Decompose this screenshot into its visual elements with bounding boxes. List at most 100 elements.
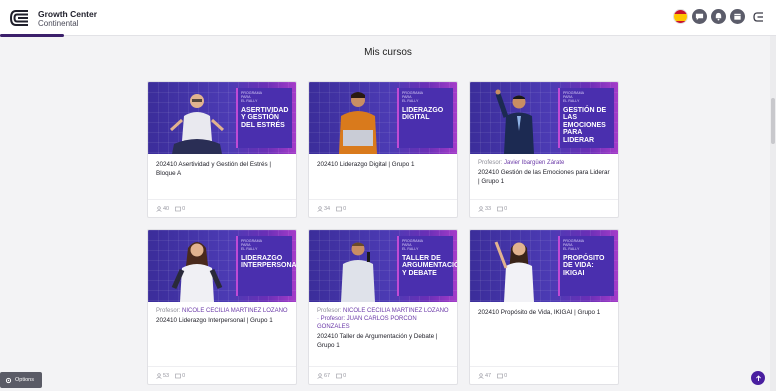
course-banner-panel: PROGRAMA PARA EL RALLY GESTIÓN DE LAS EM…: [558, 88, 614, 148]
tasks-icon: [336, 206, 342, 211]
students-icon: [478, 205, 484, 212]
course-card[interactable]: PROGRAMA PARA EL RALLY GESTIÓN DE LAS EM…: [469, 81, 619, 218]
header-actions: [673, 9, 766, 24]
course-card[interactable]: PROGRAMA PARA EL RALLY LIDERAZGO DIGITAL…: [308, 81, 458, 218]
tasks-icon: [497, 206, 503, 211]
instructor-photo: [169, 94, 225, 154]
course-banner-panel: PROGRAMA PARA EL RALLY ASERTIVIDAD Y GES…: [236, 88, 292, 148]
course-title[interactable]: 202410 Liderazgo Digital | Grupo 1: [317, 160, 449, 169]
calendar-icon[interactable]: [730, 9, 745, 24]
professor-label: Profesor:: [156, 308, 181, 314]
course-stats: 53 0: [148, 366, 296, 384]
banner-kicker: PROGRAMA PARA EL RALLY: [241, 91, 262, 104]
banner-title: LIDERAZGO INTERPERSONAL: [241, 254, 296, 270]
course-card[interactable]: PROGRAMA PARA EL RALLY LIDERAZGO INTERPE…: [147, 229, 297, 385]
course-professor: Profesor: NICOLE CECILIA MARTINEZ LOZANO…: [317, 307, 449, 331]
arrow-up-icon: [755, 374, 761, 381]
top-navbar: Growth Center Continental: [0, 0, 776, 37]
course-stats: 34 0: [309, 199, 457, 217]
course-banner: PROGRAMA PARA EL RALLY PROPÓSITO DE VIDA…: [470, 230, 618, 302]
options-label: Options: [15, 377, 34, 383]
course-banner: PROGRAMA PARA EL RALLY GESTIÓN DE LAS EM…: [470, 82, 618, 154]
banner-kicker: PROGRAMA PARA EL RALLY: [241, 239, 262, 252]
scroll-to-top-button[interactable]: [751, 371, 765, 385]
students-icon: [317, 372, 323, 379]
students-count: 34: [324, 205, 331, 212]
course-banner-panel: PROGRAMA PARA EL RALLY PROPÓSITO DE VIDA…: [558, 236, 614, 296]
course-title[interactable]: 202410 Gestión de las Emociones para Lid…: [478, 168, 610, 186]
students-icon: [478, 372, 484, 379]
professor-name[interactable]: Javier Ibargüen Zárate: [504, 160, 564, 166]
banner-title: TALLER DE ARGUMENTACIÓN Y DEBATE: [402, 254, 457, 277]
course-stats: 47 0: [470, 366, 618, 384]
students-icon: [156, 205, 162, 212]
tasks-count: 0: [504, 205, 508, 212]
banner-kicker: PROGRAMA PARA EL RALLY: [563, 91, 584, 104]
tasks-icon: [175, 373, 181, 378]
course-title[interactable]: 202410 Propósito de Vida, IKIGAI | Grupo…: [478, 308, 610, 317]
banner-kicker: PROGRAMA PARA EL RALLY: [402, 91, 423, 104]
tasks-count: 0: [343, 205, 347, 212]
course-banner: PROGRAMA PARA EL RALLY LIDERAZGO INTERPE…: [148, 230, 296, 302]
instructor-photo: [495, 89, 534, 154]
tasks-icon: [175, 206, 181, 211]
chat-icon[interactable]: [692, 9, 707, 24]
brand-subtitle: Continental: [38, 19, 79, 28]
brand-title: Growth Center: [38, 9, 98, 19]
options-button[interactable]: Options: [0, 372, 42, 388]
gear-icon: [5, 377, 12, 383]
students-icon: [317, 205, 323, 212]
students-count: 53: [163, 372, 170, 379]
tasks-count: 0: [343, 372, 347, 379]
banner-title: GESTIÓN DE LAS EMOCIONES PARA LIDERAR: [563, 106, 607, 144]
course-stats: 33 0: [470, 199, 618, 217]
course-card[interactable]: PROGRAMA PARA EL RALLY PROPÓSITO DE VIDA…: [469, 229, 619, 385]
instructor-photo: [171, 242, 223, 302]
course-card[interactable]: PROGRAMA PARA EL RALLY ASERTIVIDAD Y GES…: [147, 81, 297, 218]
menu-toggle-icon[interactable]: [752, 10, 766, 24]
brand-accent-bar: [0, 34, 64, 37]
course-title[interactable]: 202410 Liderazgo Interpersonal | Grupo 1: [156, 316, 288, 325]
instructor-photo: [494, 241, 534, 302]
course-banner-panel: PROGRAMA PARA EL RALLY LIDERAZGO DIGITAL: [397, 88, 453, 148]
course-professor: Profesor: Javier Ibargüen Zárate: [478, 159, 610, 167]
professor-name[interactable]: NICOLE CECILIA MARTINEZ LOZANO: [182, 308, 288, 314]
banner-title: LIDERAZGO DIGITAL: [402, 106, 444, 122]
students-count: 40: [163, 205, 170, 212]
students-icon: [156, 372, 162, 379]
instructor-photo: [341, 242, 375, 302]
tasks-icon: [336, 373, 342, 378]
instructor-photo: [339, 92, 377, 154]
banner-kicker: PROGRAMA PARA EL RALLY: [563, 239, 584, 252]
course-banner-panel: PROGRAMA PARA EL RALLY LIDERAZGO INTERPE…: [236, 236, 296, 296]
tasks-count: 0: [504, 372, 508, 379]
continental-logo[interactable]: [8, 8, 32, 28]
course-title[interactable]: 202410 Taller de Argumentación y Debate …: [317, 332, 449, 350]
scrollbar-thumb[interactable]: [771, 98, 775, 144]
course-banner: PROGRAMA PARA EL RALLY TALLER DE ARGUMEN…: [309, 230, 457, 302]
professor-label: Profesor:: [478, 160, 503, 166]
course-stats: 40 0: [148, 199, 296, 217]
tasks-count: 0: [182, 372, 186, 379]
course-title[interactable]: 202410 Asertividad y Gestión del Estrés …: [156, 160, 288, 178]
tasks-count: 0: [182, 205, 186, 212]
students-count: 33: [485, 205, 492, 212]
course-card[interactable]: PROGRAMA PARA EL RALLY TALLER DE ARGUMEN…: [308, 229, 458, 385]
page-title: Mis cursos: [364, 47, 412, 58]
brand-name: Growth Center Continental: [38, 9, 98, 29]
banner-title: ASERTIVIDAD Y GESTIÓN DEL ESTRÉS: [241, 106, 289, 129]
spain-flag-icon[interactable]: [673, 9, 688, 24]
students-count: 67: [324, 372, 331, 379]
notifications-bell-icon[interactable]: [711, 9, 726, 24]
course-stats: 67 0: [309, 366, 457, 384]
course-banner-panel: PROGRAMA PARA EL RALLY TALLER DE ARGUMEN…: [397, 236, 457, 296]
banner-kicker: PROGRAMA PARA EL RALLY: [402, 239, 423, 252]
course-banner: PROGRAMA PARA EL RALLY LIDERAZGO DIGITAL: [309, 82, 457, 154]
professor-label: Profesor:: [317, 308, 342, 314]
students-count: 47: [485, 372, 492, 379]
banner-title: PROPÓSITO DE VIDA: IKIGAI: [563, 254, 605, 277]
tasks-icon: [497, 373, 503, 378]
page-scrollbar[interactable]: [770, 36, 776, 391]
course-banner: PROGRAMA PARA EL RALLY ASERTIVIDAD Y GES…: [148, 82, 296, 154]
course-professor: Profesor: NICOLE CECILIA MARTINEZ LOZANO: [156, 307, 288, 315]
